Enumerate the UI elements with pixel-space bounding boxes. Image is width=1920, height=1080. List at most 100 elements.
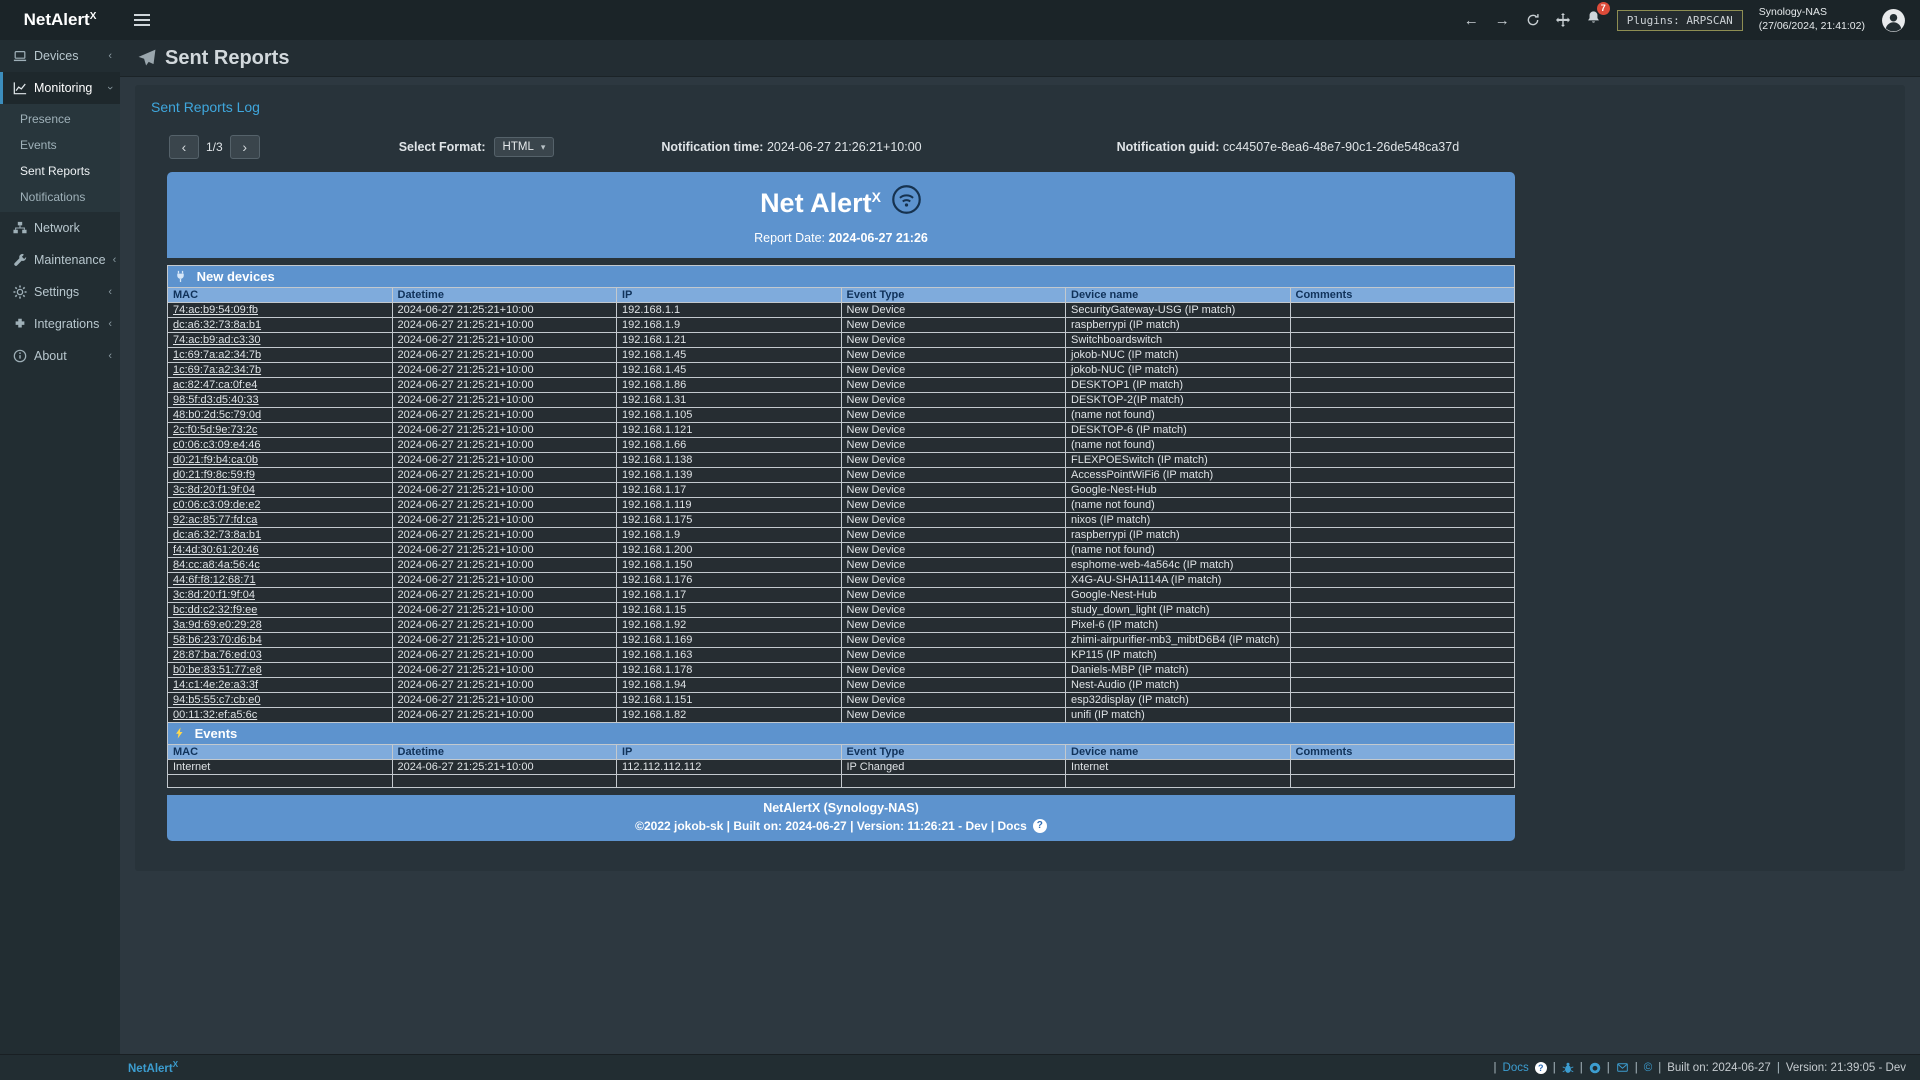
sidebar-item-notifications[interactable]: Notifications	[0, 184, 120, 210]
table-cell	[1290, 318, 1515, 333]
help-icon[interactable]: ?	[1033, 819, 1047, 833]
next-report-button[interactable]: ›	[230, 135, 260, 159]
table-cell	[1290, 775, 1515, 788]
mac-link[interactable]: c0:06:c3:09:de:e2	[168, 498, 393, 513]
table-row: 3c:8d:20:f1:9f:042024-06-27 21:25:21+10:…	[168, 588, 1515, 603]
separator: |	[1553, 1062, 1556, 1074]
table-cell: New Device	[841, 318, 1066, 333]
table-cell: 2024-06-27 21:25:21+10:00	[392, 348, 617, 363]
table-cell: New Device	[841, 708, 1066, 723]
mac-link[interactable]: 74:ac:b9:54:09:fb	[168, 303, 393, 318]
mac-link[interactable]: dc:a6:32:73:8a:b1	[168, 528, 393, 543]
mac-link[interactable]: 3c:8d:20:f1:9f:04	[168, 483, 393, 498]
mac-link[interactable]: 28:87:ba:76:ed:03	[168, 648, 393, 663]
mac-link[interactable]: dc:a6:32:73:8a:b1	[168, 318, 393, 333]
mac-link[interactable]: 00:11:32:ef:a5:6c	[168, 708, 393, 723]
report-controls: ‹ 1/3 › Select Format: HTML ▾ Notificati…	[167, 135, 1515, 159]
mac-link[interactable]: 3a:9d:69:e0:29:28	[168, 618, 393, 633]
table-cell: 192.168.1.92	[617, 618, 842, 633]
github-icon[interactable]	[1589, 1062, 1601, 1074]
table-cell	[1290, 483, 1515, 498]
mac-link[interactable]: 84:cc:a8:4a:56:4c	[168, 558, 393, 573]
table-row: 44:6f:f8:12:68:712024-06-27 21:25:21+10:…	[168, 573, 1515, 588]
bug-icon[interactable]	[1562, 1062, 1574, 1074]
plugins-badge[interactable]: Plugins: ARPSCAN	[1617, 10, 1743, 31]
table-cell	[1290, 760, 1515, 775]
table-row: 1c:69:7a:a2:34:7b2024-06-27 21:25:21+10:…	[168, 363, 1515, 378]
sidebar-item-about[interactable]: About ‹	[0, 340, 120, 372]
sidebar-item-monitoring[interactable]: Monitoring ›	[0, 72, 120, 104]
table-cell: 2024-06-27 21:25:21+10:00	[392, 318, 617, 333]
notification-time-label: Notification time:	[661, 140, 763, 154]
sidebar-item-integrations[interactable]: Integrations ‹	[0, 308, 120, 340]
content-wrapper: Sent Reports Sent Reports Log ‹ 1/3 › Se…	[120, 40, 1920, 1054]
mac-link[interactable]: f4:4d:30:61:20:46	[168, 543, 393, 558]
mac-link[interactable]: 58:b6:23:70:d6:b4	[168, 633, 393, 648]
table-cell: 192.168.1.163	[617, 648, 842, 663]
table-cell: 2024-06-27 21:25:21+10:00	[392, 663, 617, 678]
table-row: c0:06:c3:09:e4:462024-06-27 21:25:21+10:…	[168, 438, 1515, 453]
format-select[interactable]: HTML ▾	[494, 137, 555, 157]
prev-report-button[interactable]: ‹	[169, 135, 199, 159]
mac-link[interactable]: b0:be:83:51:77:e8	[168, 663, 393, 678]
mac-link[interactable]: c0:06:c3:09:e4:46	[168, 438, 393, 453]
docs-link[interactable]: Docs	[1503, 1062, 1529, 1074]
footer-brand-link[interactable]: NetAlertX	[128, 1060, 178, 1075]
chevron-left-icon: ‹	[108, 318, 112, 330]
mac-link[interactable]: ac:82:47:ca:0f:e4	[168, 378, 393, 393]
top-navbar: NetAlertX ← → 7 Plugins: ARPSCAN Synolog…	[0, 0, 1920, 40]
mac-link[interactable]: 74:ac:b9:ad:c3:30	[168, 333, 393, 348]
table-cell: New Device	[841, 678, 1066, 693]
sidebar-item-settings[interactable]: Settings ‹	[0, 276, 120, 308]
table-cell	[1290, 633, 1515, 648]
app-logo[interactable]: NetAlertX	[0, 0, 120, 40]
table-cell: jokob-NUC (IP match)	[1066, 348, 1291, 363]
table-cell	[1290, 648, 1515, 663]
column-header: MAC	[168, 745, 393, 760]
tab-sent-reports-log[interactable]: Sent Reports Log	[149, 93, 262, 123]
back-arrow-icon[interactable]: ←	[1464, 12, 1479, 29]
mac-link[interactable]: 48:b0:2d:5c:79:0d	[168, 408, 393, 423]
sidebar-item-events[interactable]: Events	[0, 132, 120, 158]
sidebar-item-sent-reports[interactable]: Sent Reports	[0, 158, 120, 184]
mac-link[interactable]: 1c:69:7a:a2:34:7b	[168, 348, 393, 363]
mail-icon[interactable]	[1616, 1062, 1629, 1073]
mac-link[interactable]: 94:b5:55:c7:cb:e0	[168, 693, 393, 708]
sidebar-toggle-button[interactable]	[134, 11, 150, 29]
new-devices-section-header: New devices	[168, 266, 1515, 288]
mac-link[interactable]: 92:ac:85:77:fd:ca	[168, 513, 393, 528]
mac-link[interactable]: 3c:8d:20:f1:9f:04	[168, 588, 393, 603]
forward-arrow-icon[interactable]: →	[1495, 12, 1510, 29]
table-cell: 2024-06-27 21:25:21+10:00	[392, 708, 617, 723]
mac-link[interactable]: 14:c1:4e:2e:a3:3f	[168, 678, 393, 693]
mac-link[interactable]: 44:6f:f8:12:68:71	[168, 573, 393, 588]
report-table: New devices MACDatetimeIPEvent TypeDevic…	[167, 265, 1515, 788]
table-cell: New Device	[841, 588, 1066, 603]
sidebar-item-maintenance[interactable]: Maintenance ‹	[0, 244, 120, 276]
help-icon[interactable]: ?	[1535, 1062, 1547, 1074]
move-icon[interactable]	[1556, 13, 1570, 27]
mac-link[interactable]: bc:dd:c2:32:f9:ee	[168, 603, 393, 618]
notification-guid: Notification guid: cc44507e-8ea6-48e7-90…	[1117, 140, 1460, 154]
mac-link[interactable]: 1c:69:7a:a2:34:7b	[168, 363, 393, 378]
table-cell: 2024-06-27 21:25:21+10:00	[392, 483, 617, 498]
table-cell	[1290, 543, 1515, 558]
sidebar-item-presence[interactable]: Presence	[0, 106, 120, 132]
mac-link[interactable]: d0:21:f9:b4:ca:0b	[168, 453, 393, 468]
sidebar-item-network[interactable]: Network	[0, 212, 120, 244]
table-cell	[1290, 663, 1515, 678]
user-avatar[interactable]	[1881, 8, 1906, 33]
table-cell: New Device	[841, 528, 1066, 543]
table-cell: New Device	[841, 303, 1066, 318]
table-cell: Internet	[168, 760, 393, 775]
notifications-bell-icon[interactable]: 7	[1586, 10, 1601, 30]
mac-link[interactable]: 98:5f:d3:d5:40:33	[168, 393, 393, 408]
copyright-icon[interactable]: ©	[1644, 1062, 1652, 1074]
report-date: Report Date: 2024-06-27 21:26	[167, 231, 1515, 245]
mac-link[interactable]: d0:21:f9:8c:59:f9	[168, 468, 393, 483]
refresh-icon[interactable]	[1526, 13, 1540, 27]
sidebar-item-label: Maintenance	[34, 253, 106, 267]
sidebar-item-devices[interactable]: Devices ‹	[0, 40, 120, 72]
table-cell: 192.168.1.45	[617, 348, 842, 363]
mac-link[interactable]: 2c:f0:5d:9e:73:2c	[168, 423, 393, 438]
